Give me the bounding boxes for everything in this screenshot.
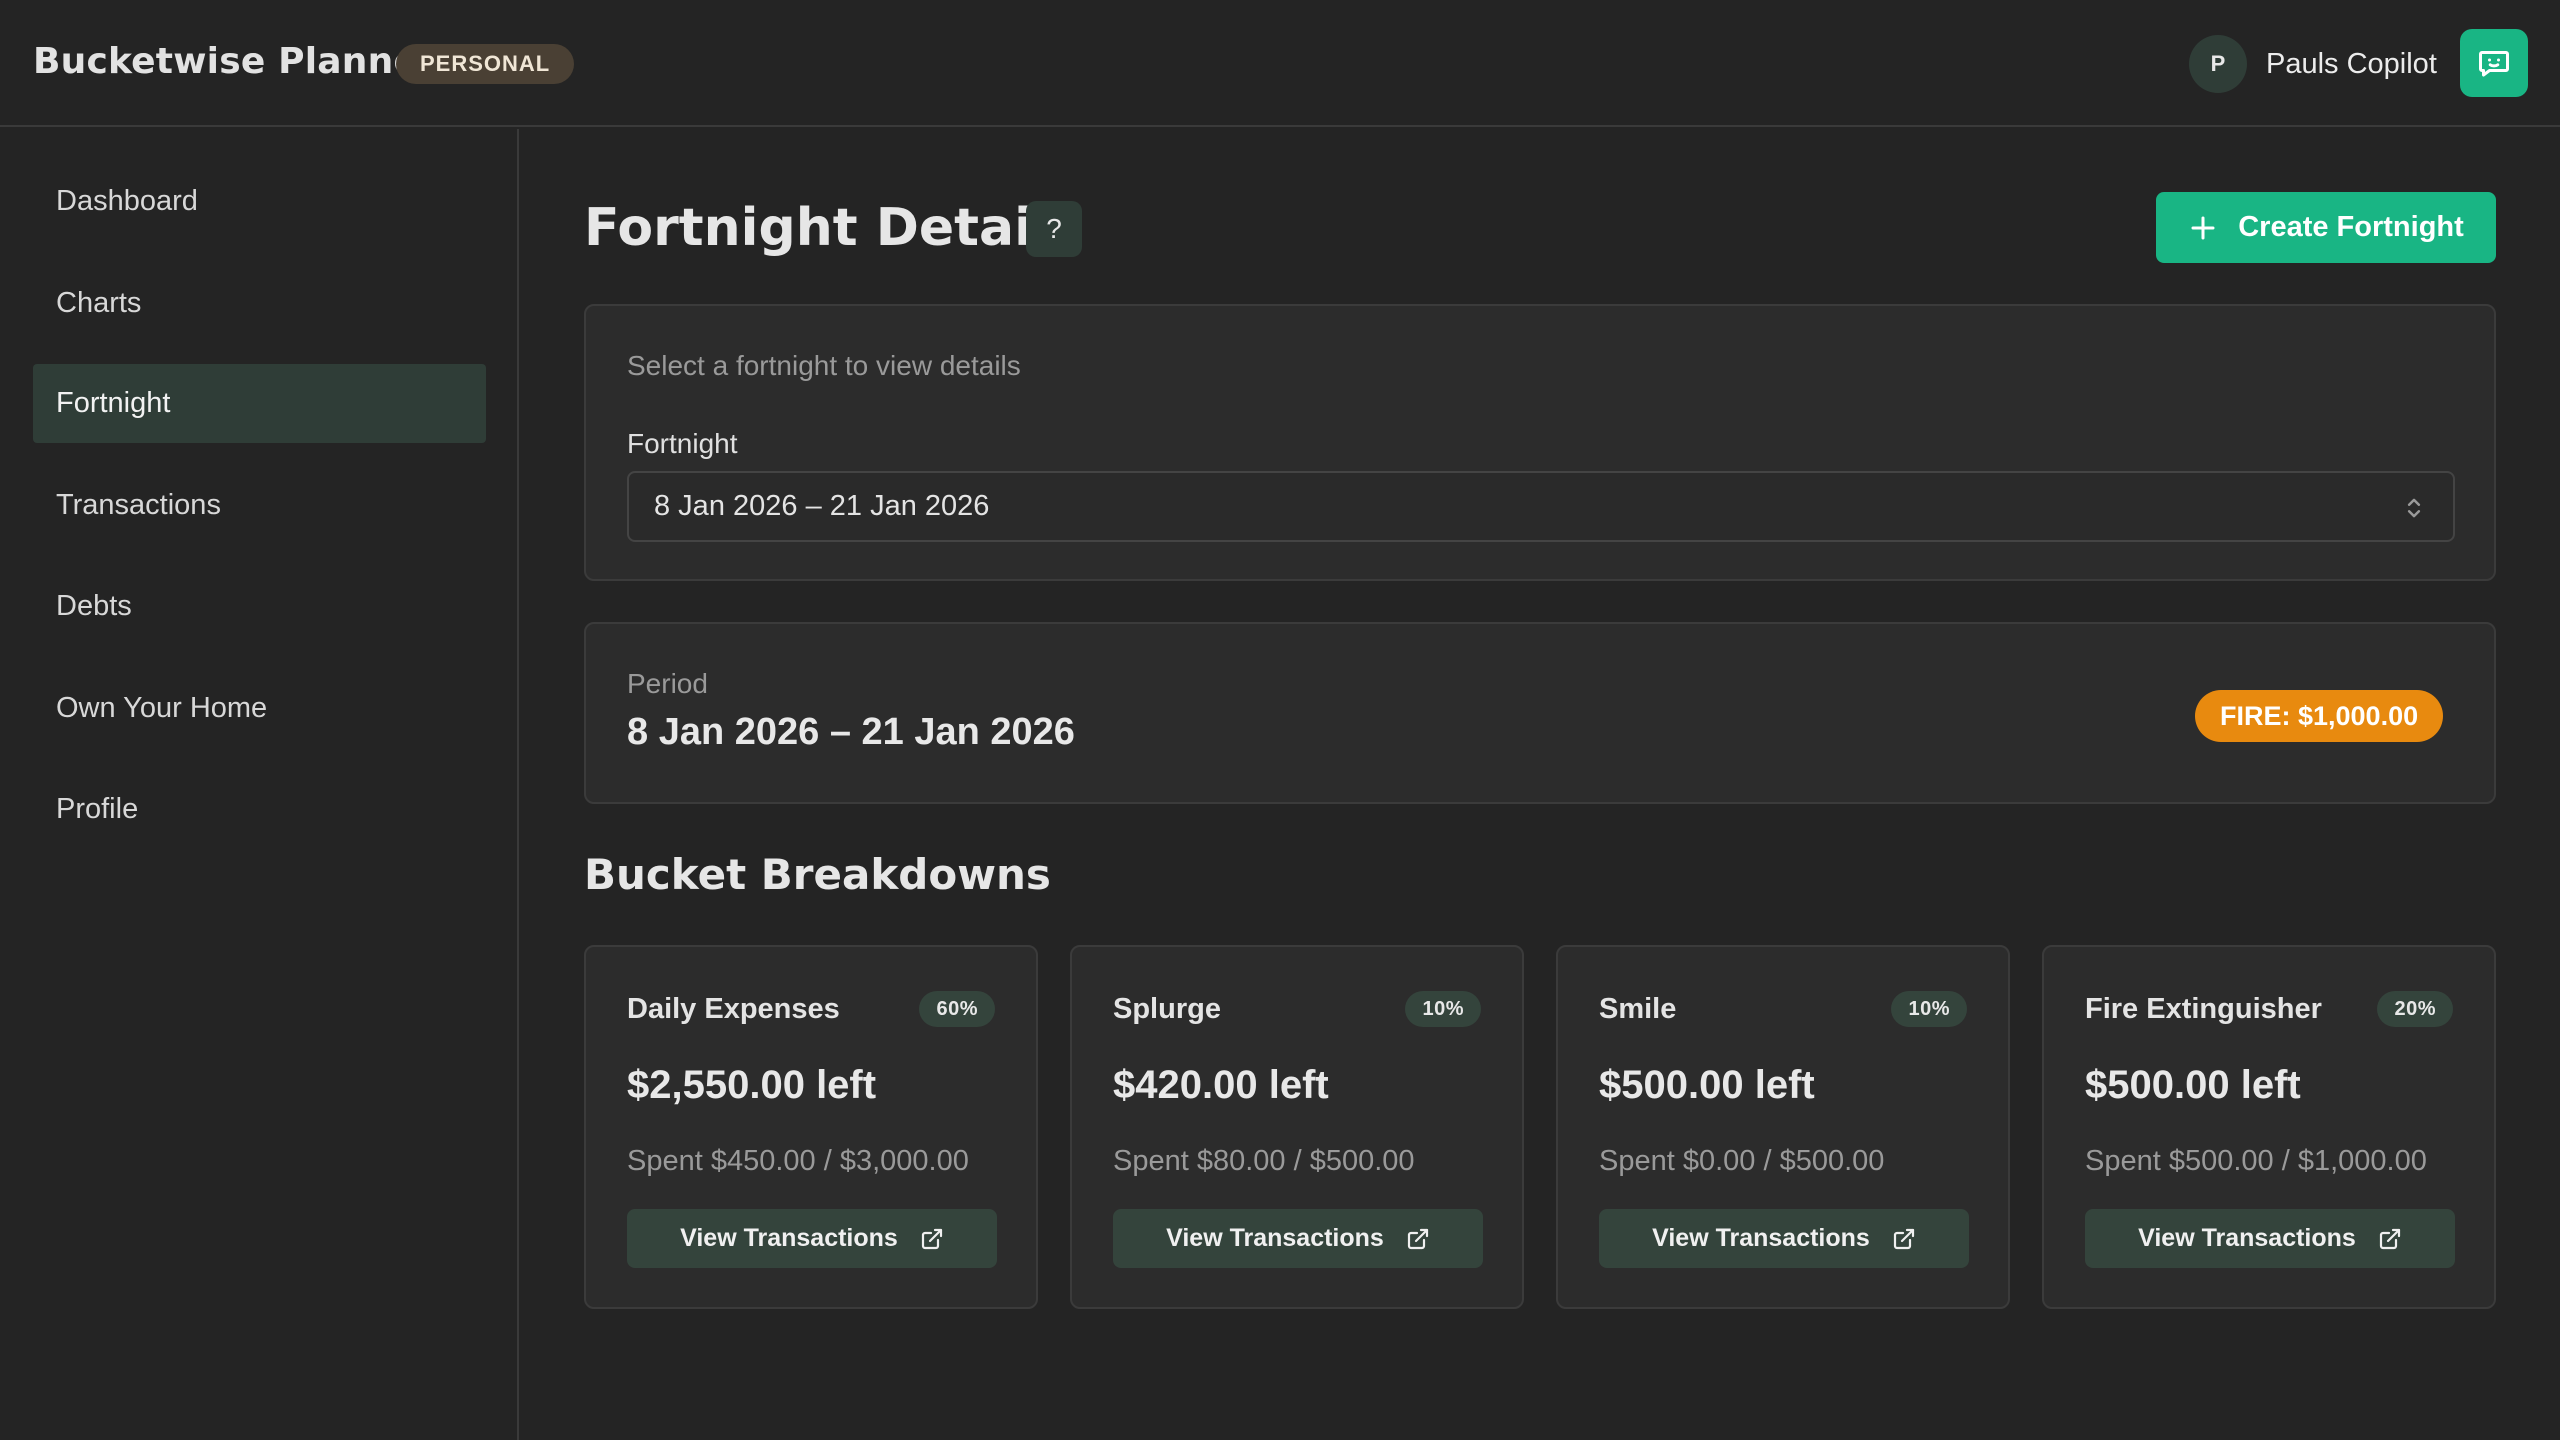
sidebar-item-charts[interactable]: Charts (33, 264, 486, 343)
sidebar-item-transactions[interactable]: Transactions (33, 466, 486, 545)
bucket-name: Fire Extinguisher (2085, 993, 2322, 1025)
view-transactions-button[interactable]: View Transactions (1599, 1209, 1969, 1268)
selector-hint: Select a fortnight to view details (627, 350, 1021, 381)
user-name[interactable]: Pauls Copilot (2266, 44, 2437, 84)
create-fortnight-button[interactable]: Create Fortnight (2156, 192, 2496, 263)
sidebar-item-fortnight[interactable]: Fortnight (33, 364, 486, 443)
fire-badge: FIRE: $1,000.00 (2195, 690, 2444, 742)
external-link-icon (2379, 1228, 2400, 1249)
bucket-name: Splurge (1113, 993, 1221, 1025)
period-card: Period 8 Jan 2026 – 21 Jan 2026 FIRE: $1… (584, 622, 2496, 804)
bucket-spent: Spent $500.00 / $1,000.00 (2085, 1145, 2427, 1177)
chat-button[interactable] (2460, 29, 2528, 97)
bucket-name: Smile (1599, 993, 1677, 1025)
view-transactions-label: View Transactions (1652, 1224, 1870, 1252)
view-transactions-button[interactable]: View Transactions (1113, 1209, 1483, 1268)
bucket-percent-badge: 60% (919, 991, 995, 1027)
view-transactions-label: View Transactions (680, 1224, 898, 1252)
bucket-remaining: $2,550.00 left (627, 1063, 877, 1107)
bucket-spent: Spent $0.00 / $500.00 (1599, 1145, 1885, 1177)
sidebar-item-debts[interactable]: Debts (33, 567, 486, 646)
bucket-card-splurge: Splurge 10% $420.00 left Spent $80.00 / … (1070, 945, 1524, 1309)
sidebar-item-dashboard[interactable]: Dashboard (33, 162, 486, 241)
period-label: Period (627, 668, 708, 699)
top-bar: Bucketwise Planner PERSONAL P Pauls Copi… (0, 0, 2560, 127)
bucket-percent-badge: 10% (1891, 991, 1967, 1027)
bucket-remaining: $420.00 left (1113, 1063, 1329, 1107)
bucket-percent-badge: 10% (1405, 991, 1481, 1027)
view-transactions-label: View Transactions (1166, 1224, 1384, 1252)
bucket-name: Daily Expenses (627, 993, 840, 1025)
view-transactions-button[interactable]: View Transactions (2085, 1209, 2455, 1268)
external-link-icon (1407, 1228, 1428, 1249)
bucket-spent: Spent $80.00 / $500.00 (1113, 1145, 1415, 1177)
sidebar-item-own-your-home[interactable]: Own Your Home (33, 669, 486, 748)
create-fortnight-label: Create Fortnight (2238, 211, 2464, 243)
fortnight-selector-card: Select a fortnight to view details Fortn… (584, 304, 2496, 581)
view-transactions-label: View Transactions (2138, 1224, 2356, 1252)
fortnight-select[interactable]: 8 Jan 2026 – 21 Jan 2026 (627, 471, 2455, 542)
bucket-percent-badge: 20% (2377, 991, 2453, 1027)
page-title: Fortnight Details (584, 198, 1081, 258)
sidebar: Dashboard Charts Fortnight Transactions … (0, 129, 519, 1440)
fortnight-select-value: 8 Jan 2026 – 21 Jan 2026 (654, 490, 990, 522)
message-square-icon (2479, 51, 2509, 77)
bucket-remaining: $500.00 left (2085, 1063, 2301, 1107)
plus-icon (2191, 216, 2215, 239)
external-link-icon (1893, 1228, 1914, 1249)
period-value: 8 Jan 2026 – 21 Jan 2026 (627, 711, 1075, 753)
bucket-spent: Spent $450.00 / $3,000.00 (627, 1145, 969, 1177)
fortnight-field-label: Fortnight (627, 428, 738, 459)
external-link-icon (921, 1228, 942, 1249)
section-title: Bucket Breakdowns (584, 850, 1051, 899)
avatar[interactable]: P (2189, 35, 2247, 93)
bucket-card-fire-extinguisher: Fire Extinguisher 20% $500.00 left Spent… (2042, 945, 2496, 1309)
bucket-card-smile: Smile 10% $500.00 left Spent $0.00 / $50… (1556, 945, 2010, 1309)
bucket-card-daily-expenses: Daily Expenses 60% $2,550.00 left Spent … (584, 945, 1038, 1309)
help-button[interactable]: ? (1026, 201, 1082, 257)
mode-badge: PERSONAL (396, 44, 575, 84)
app-title[interactable]: Bucketwise Planner (33, 38, 436, 86)
bucket-remaining: $500.00 left (1599, 1063, 1815, 1107)
chevron-up-down-icon (2407, 498, 2421, 518)
sidebar-item-profile[interactable]: Profile (33, 770, 486, 849)
view-transactions-button[interactable]: View Transactions (627, 1209, 997, 1268)
main-content: Fortnight Details ? Create Fortnight Sel… (520, 129, 2560, 1440)
